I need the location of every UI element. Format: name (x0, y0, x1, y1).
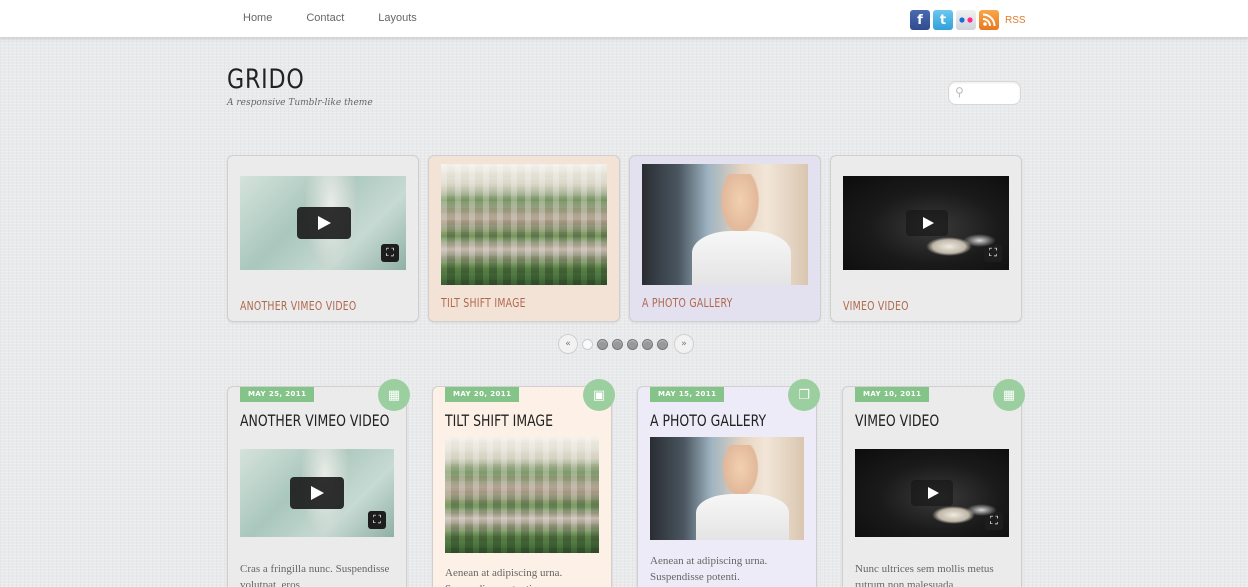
slider-dot[interactable] (642, 338, 653, 350)
video-thumbnail[interactable]: ⛶ (843, 176, 1009, 270)
post-date: MAY 10, 2011 (855, 387, 930, 402)
slider-dot[interactable] (597, 338, 608, 350)
post-date: MAY 20, 2011 (445, 387, 520, 402)
slider-prev-button[interactable]: « (558, 334, 578, 354)
post-title[interactable]: ANOTHER VIMEO VIDEO (240, 411, 389, 430)
video-thumbnail[interactable]: ⛶ (240, 449, 394, 537)
flickr-icon[interactable] (956, 10, 976, 30)
post-title[interactable]: TILT SHIFT IMAGE (445, 411, 553, 430)
post-date: MAY 15, 2011 (650, 387, 725, 402)
play-button-icon[interactable] (911, 480, 953, 506)
search-icon: ⚲ (955, 85, 964, 99)
play-button-icon[interactable] (290, 477, 344, 509)
site-logo[interactable]: GRIDO (227, 64, 305, 95)
featured-title[interactable]: ANOTHER VIMEO VIDEO (240, 299, 357, 313)
post-title[interactable]: VIMEO VIDEO (855, 411, 939, 430)
slider-dot[interactable] (612, 338, 623, 350)
facebook-icon[interactable]: f (910, 10, 930, 30)
site-tagline: A responsive Tumblr-like theme (227, 98, 373, 108)
twitter-icon[interactable]: t (933, 10, 953, 30)
tilt-shift-image[interactable] (445, 437, 599, 553)
gallery-image[interactable] (650, 437, 804, 540)
fullscreen-icon[interactable]: ⛶ (381, 244, 399, 262)
post-excerpt: Aenean at adipiscing urna. Suspendisse p… (445, 567, 563, 587)
post-date: MAY 25, 2011 (240, 387, 315, 402)
slider-dot[interactable] (582, 338, 593, 350)
slider-dot[interactable] (657, 338, 668, 350)
rss-link[interactable]: RSS (1005, 15, 1026, 26)
top-bar: Home Contact Layouts f t RSS (0, 0, 1248, 38)
featured-card-2[interactable]: TILT SHIFT IMAGE (428, 155, 620, 322)
main-nav: Home Contact Layouts (243, 12, 451, 24)
featured-card-4[interactable]: ⛶ VIMEO VIDEO (830, 155, 1022, 322)
play-button-icon[interactable] (906, 210, 948, 236)
post-card-1: MAY 25, 2011 ▦ ANOTHER VIMEO VIDEO ⛶ Cra… (227, 379, 410, 587)
nav-home-link[interactable]: Home (243, 12, 272, 24)
slider-next-button[interactable]: » (674, 334, 694, 354)
featured-card-1[interactable]: ⛶ ANOTHER VIMEO VIDEO (227, 155, 419, 322)
nav-contact-link[interactable]: Contact (306, 12, 344, 24)
post-excerpt: Aenean at adipiscing urna. Suspendisse p… (650, 555, 768, 583)
fullscreen-icon[interactable]: ⛶ (984, 244, 1002, 262)
rss-icon[interactable] (979, 10, 999, 30)
post-excerpt: Nunc ultrices sem mollis metus rutrum no… (855, 563, 994, 587)
video-icon[interactable]: ▦ (378, 379, 410, 411)
slider-dot[interactable] (627, 338, 638, 350)
search-input[interactable] (969, 85, 1017, 101)
gallery-image[interactable] (642, 164, 808, 285)
video-thumbnail[interactable]: ⛶ (240, 176, 406, 270)
search-box[interactable]: ⚲ (948, 81, 1021, 105)
fullscreen-icon[interactable]: ⛶ (985, 512, 1003, 530)
post-card-3: MAY 15, 2011 ❐ A PHOTO GALLERY Aenean at… (637, 379, 820, 587)
post-card-2: MAY 20, 2011 ▣ TILT SHIFT IMAGE Aenean a… (432, 379, 615, 587)
post-title[interactable]: A PHOTO GALLERY (650, 411, 766, 430)
fullscreen-icon[interactable]: ⛶ (368, 511, 386, 529)
featured-title[interactable]: TILT SHIFT IMAGE (441, 296, 526, 310)
post-excerpt: Cras a fringilla nunc. Suspendisse volut… (240, 563, 390, 587)
social-links: f t RSS (910, 10, 1026, 30)
video-icon[interactable]: ▦ (993, 379, 1025, 411)
slider-dots (582, 338, 668, 350)
featured-title[interactable]: VIMEO VIDEO (843, 299, 909, 313)
post-card-4: MAY 10, 2011 ▦ VIMEO VIDEO ⛶ Nunc ultric… (842, 379, 1025, 587)
tilt-shift-image[interactable] (441, 164, 607, 285)
gallery-icon[interactable]: ❐ (788, 379, 820, 411)
slider-pager: « » (558, 334, 694, 354)
nav-layouts-link[interactable]: Layouts (378, 12, 417, 24)
image-icon[interactable]: ▣ (583, 379, 615, 411)
video-thumbnail[interactable]: ⛶ (855, 449, 1009, 537)
featured-card-3[interactable]: A PHOTO GALLERY (629, 155, 821, 322)
featured-title[interactable]: A PHOTO GALLERY (642, 296, 733, 310)
play-button-icon[interactable] (297, 207, 351, 239)
